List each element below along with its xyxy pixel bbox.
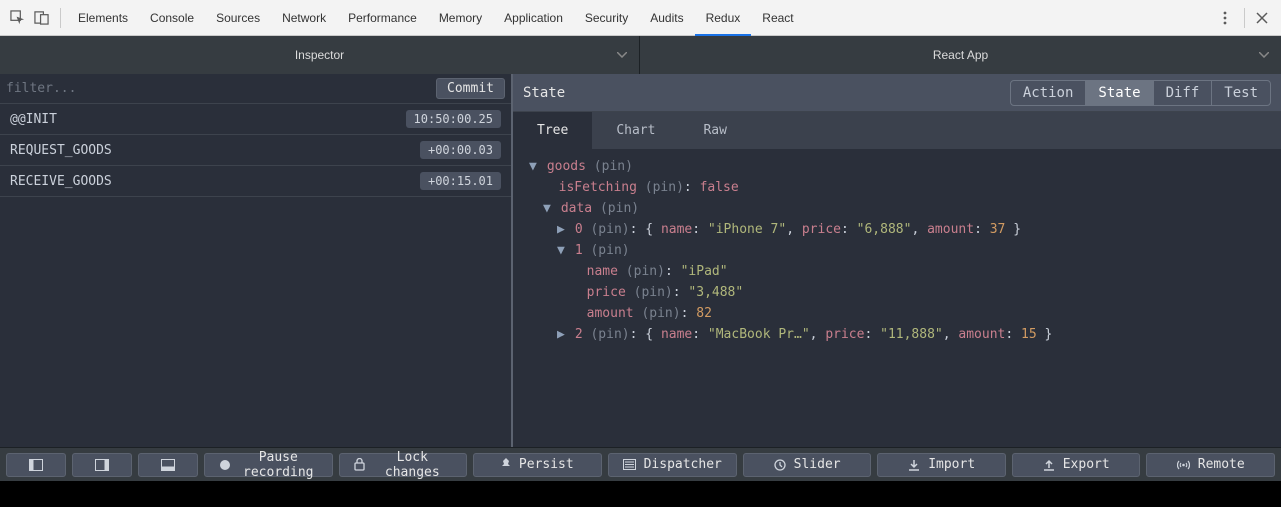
- disclosure-right-icon[interactable]: ▶: [557, 324, 567, 345]
- button-label: Slider: [794, 457, 841, 472]
- tab-audits[interactable]: Audits: [639, 0, 694, 36]
- redux-main: Commit @@INIT 10:50:00.25 REQUEST_GOODS …: [0, 74, 1281, 447]
- filter-row: Commit: [0, 74, 511, 104]
- state-pane: State Action State Diff Test Tree Chart …: [513, 74, 1281, 447]
- tab-performance[interactable]: Performance: [337, 0, 428, 36]
- record-icon: [219, 459, 231, 471]
- antenna-icon: [1177, 459, 1190, 471]
- pin-icon: [501, 458, 511, 471]
- view-tab-raw[interactable]: Raw: [679, 112, 750, 149]
- commit-button[interactable]: Commit: [436, 78, 505, 99]
- panel-bottom-icon: [161, 459, 175, 471]
- action-name: RECEIVE_GOODS: [10, 174, 112, 189]
- chevron-down-icon[interactable]: [617, 52, 627, 58]
- tree-node[interactable]: ▶ 0 (pin): { name: "iPhone 7", price: "6…: [519, 219, 1281, 240]
- subtab-react-app-label: React App: [933, 48, 988, 62]
- button-label: Export: [1063, 457, 1110, 472]
- panel-right-icon: [95, 459, 109, 471]
- state-header: State Action State Diff Test: [513, 74, 1281, 112]
- action-row[interactable]: RECEIVE_GOODS +00:15.01: [0, 166, 511, 197]
- action-name: @@INIT: [10, 112, 57, 127]
- tree-node[interactable]: ▶ 2 (pin): { name: "MacBook Pr…", price:…: [519, 324, 1281, 345]
- button-label: Pause recording: [239, 450, 318, 480]
- remote-button[interactable]: Remote: [1146, 453, 1275, 477]
- download-icon: [908, 459, 920, 471]
- slider-button[interactable]: Slider: [743, 453, 872, 477]
- close-icon[interactable]: [1251, 7, 1273, 29]
- action-timestamp: +00:15.01: [420, 172, 501, 190]
- devtools-tabbar: Elements Console Sources Network Perform…: [0, 0, 1281, 36]
- panel-left-icon: [29, 459, 43, 471]
- button-label: Lock changes: [373, 450, 453, 480]
- tree-leaf[interactable]: isFetching (pin): false: [519, 177, 1281, 198]
- button-label: Remote: [1198, 457, 1245, 472]
- panel-layout-left-button[interactable]: [6, 453, 66, 477]
- device-toolbar-icon[interactable]: [30, 7, 52, 29]
- mode-tab-test[interactable]: Test: [1212, 81, 1270, 105]
- tab-sources[interactable]: Sources: [205, 0, 271, 36]
- import-button[interactable]: Import: [877, 453, 1006, 477]
- button-label: Persist: [519, 457, 574, 472]
- persist-button[interactable]: Persist: [473, 453, 602, 477]
- clock-icon: [774, 459, 786, 471]
- subtab-inspector[interactable]: Inspector: [0, 36, 640, 74]
- separator: [1244, 8, 1245, 28]
- inspect-element-icon[interactable]: [6, 7, 28, 29]
- tab-react[interactable]: React: [751, 0, 804, 36]
- tree-node[interactable]: ▼ data (pin): [519, 198, 1281, 219]
- action-list-pane: Commit @@INIT 10:50:00.25 REQUEST_GOODS …: [0, 74, 513, 447]
- state-view-tabs: Tree Chart Raw: [513, 112, 1281, 150]
- panel-layout-right-button[interactable]: [72, 453, 132, 477]
- mode-tab-diff[interactable]: Diff: [1154, 81, 1213, 105]
- dispatcher-button[interactable]: Dispatcher: [608, 453, 737, 477]
- tree-node[interactable]: ▼ goods (pin): [519, 156, 1281, 177]
- tab-memory[interactable]: Memory: [428, 0, 493, 36]
- state-mode-tabs: Action State Diff Test: [1010, 80, 1271, 106]
- tab-security[interactable]: Security: [574, 0, 639, 36]
- bottom-toolbar: Pause recording Lock changes Persist Dis…: [0, 447, 1281, 481]
- separator: [60, 8, 61, 28]
- state-tree[interactable]: ▼ goods (pin) isFetching (pin): false ▼ …: [513, 150, 1281, 447]
- lock-changes-button[interactable]: Lock changes: [339, 453, 468, 477]
- tree-leaf[interactable]: amount (pin): 82: [519, 303, 1281, 324]
- lock-icon: [354, 458, 365, 471]
- upload-icon: [1043, 459, 1055, 471]
- subtab-react-app[interactable]: React App: [640, 36, 1281, 74]
- action-list: @@INIT 10:50:00.25 REQUEST_GOODS +00:00.…: [0, 104, 511, 447]
- tab-network[interactable]: Network: [271, 0, 337, 36]
- disclosure-down-icon[interactable]: ▼: [529, 156, 539, 177]
- export-button[interactable]: Export: [1012, 453, 1141, 477]
- dispatch-icon: [623, 459, 636, 470]
- disclosure-down-icon[interactable]: ▼: [543, 198, 553, 219]
- pause-recording-button[interactable]: Pause recording: [204, 453, 333, 477]
- state-header-title: State: [523, 85, 1010, 101]
- tree-leaf[interactable]: price (pin): "3,488": [519, 282, 1281, 303]
- tab-console[interactable]: Console: [139, 0, 205, 36]
- button-label: Dispatcher: [644, 457, 722, 472]
- tab-elements[interactable]: Elements: [67, 0, 139, 36]
- chevron-down-icon[interactable]: [1259, 52, 1269, 58]
- kebab-menu-icon[interactable]: [1214, 7, 1236, 29]
- tree-leaf[interactable]: name (pin): "iPad": [519, 261, 1281, 282]
- subtab-inspector-label: Inspector: [295, 48, 344, 62]
- tab-application[interactable]: Application: [493, 0, 574, 36]
- button-label: Import: [928, 457, 975, 472]
- action-timestamp: +00:00.03: [420, 141, 501, 159]
- black-strip: [0, 481, 1281, 507]
- panel-layout-bottom-button[interactable]: [138, 453, 198, 477]
- action-name: REQUEST_GOODS: [10, 143, 112, 158]
- mode-tab-action[interactable]: Action: [1011, 81, 1087, 105]
- view-tab-chart[interactable]: Chart: [592, 112, 679, 149]
- redux-subheader: Inspector React App: [0, 36, 1281, 74]
- disclosure-down-icon[interactable]: ▼: [557, 240, 567, 261]
- disclosure-right-icon[interactable]: ▶: [557, 219, 567, 240]
- filter-input[interactable]: [6, 81, 430, 96]
- mode-tab-state[interactable]: State: [1086, 81, 1153, 105]
- action-timestamp: 10:50:00.25: [406, 110, 501, 128]
- action-row[interactable]: @@INIT 10:50:00.25: [0, 104, 511, 135]
- action-row[interactable]: REQUEST_GOODS +00:00.03: [0, 135, 511, 166]
- tree-node[interactable]: ▼ 1 (pin): [519, 240, 1281, 261]
- tab-redux[interactable]: Redux: [695, 0, 752, 36]
- view-tab-tree[interactable]: Tree: [513, 112, 592, 149]
